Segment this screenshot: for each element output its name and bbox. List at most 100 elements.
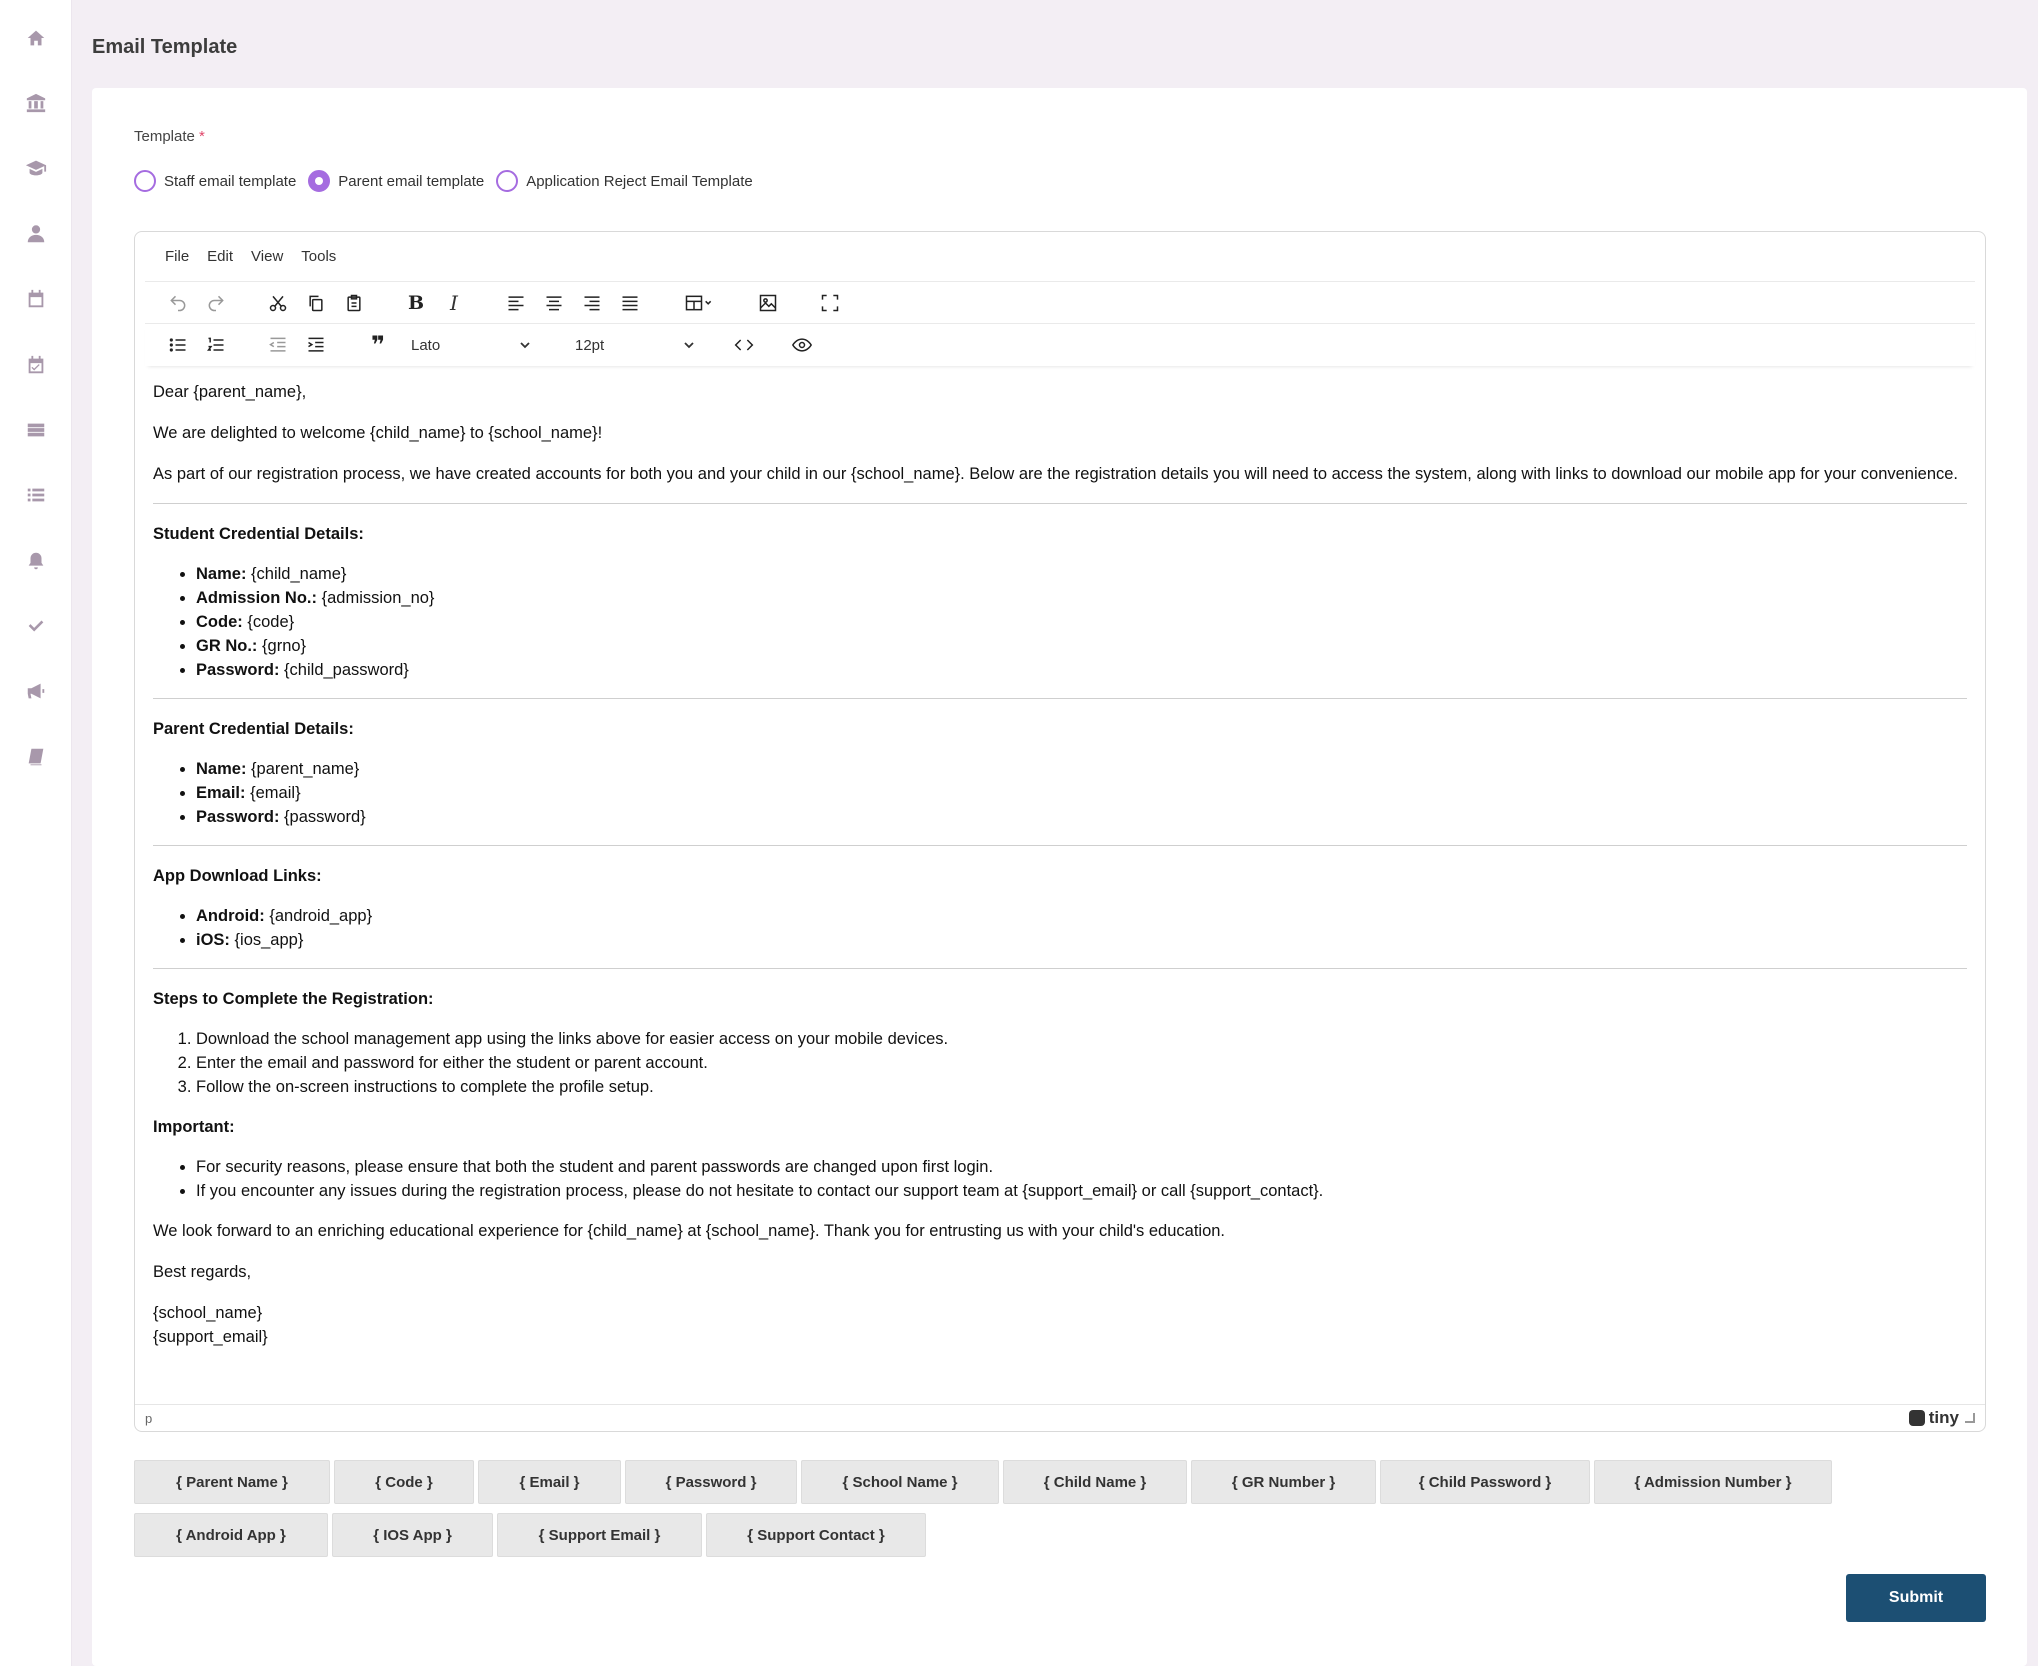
radio-parent-email-template[interactable]: Parent email template [308, 170, 484, 192]
editor-content[interactable]: Dear {parent_name}, We are delighted to … [135, 366, 1985, 1363]
calendar-check-icon[interactable] [24, 353, 48, 377]
bullhorn-icon[interactable] [24, 679, 48, 703]
font-size-value: 12pt [575, 336, 605, 354]
placeholder-support-email-button[interactable]: { Support Email } [497, 1513, 702, 1557]
app-list: Android: {android_app} iOS: {ios_app} [153, 904, 1967, 952]
placeholder-school-name-button[interactable]: { School Name } [801, 1460, 999, 1504]
student-heading[interactable]: Student Credential Details: [153, 522, 1967, 546]
align-justify-icon[interactable] [615, 288, 645, 318]
align-right-icon[interactable] [577, 288, 607, 318]
steps-heading[interactable]: Steps to Complete the Registration: [153, 987, 1967, 1011]
list-item[interactable]: Follow the on-screen instructions to com… [196, 1075, 1967, 1099]
placeholder-android-app-button[interactable]: { Android App } [134, 1513, 328, 1557]
signature-email: {support_email} [153, 1328, 268, 1346]
blockquote-icon[interactable]: ❞ [363, 330, 393, 360]
copy-icon[interactable] [301, 288, 331, 318]
book-icon[interactable] [24, 745, 48, 769]
placeholder-admission-number-button[interactable]: { Admission Number } [1594, 1460, 1832, 1504]
align-center-icon[interactable] [539, 288, 569, 318]
align-left-icon[interactable] [501, 288, 531, 318]
element-path[interactable]: p [145, 1411, 152, 1426]
cut-icon[interactable] [263, 288, 293, 318]
institution-icon[interactable] [24, 91, 48, 115]
graduation-cap-icon[interactable] [24, 156, 48, 180]
indent-icon[interactable] [301, 330, 331, 360]
submit-button[interactable]: Submit [1846, 1574, 1986, 1622]
radio-circle[interactable] [134, 170, 156, 192]
list-item[interactable]: Password: {child_password} [196, 658, 1967, 682]
radio-label[interactable]: Parent email template [338, 173, 484, 190]
placeholder-child-name-button[interactable]: { Child Name } [1003, 1460, 1187, 1504]
app-heading[interactable]: App Download Links: [153, 864, 1967, 888]
menu-edit[interactable]: Edit [207, 248, 233, 265]
list-item[interactable]: Admission No.: {admission_no} [196, 586, 1967, 610]
list-item[interactable]: Email: {email} [196, 781, 1967, 805]
list-item[interactable]: Name: {child_name} [196, 562, 1967, 586]
placeholder-support-contact-button[interactable]: { Support Contact } [706, 1513, 926, 1557]
list-icon[interactable] [24, 483, 48, 507]
placeholder-password-button[interactable]: { Password } [625, 1460, 797, 1504]
menu-view[interactable]: View [251, 248, 283, 265]
rich-text-editor: File Edit View Tools B I ❞ Lato 12pt Dea… [134, 231, 1986, 1432]
image-icon[interactable] [753, 288, 783, 318]
list-item[interactable]: iOS: {ios_app} [196, 928, 1967, 952]
item-label: Password: [196, 661, 280, 679]
bullet-list-icon[interactable] [163, 330, 193, 360]
list-item[interactable]: Password: {password} [196, 805, 1967, 829]
placeholder-email-button[interactable]: { Email } [478, 1460, 621, 1504]
radio-staff-email-template[interactable]: Staff email template [134, 170, 296, 192]
parent-heading[interactable]: Parent Credential Details: [153, 717, 1967, 741]
radio-application-reject-template[interactable]: Application Reject Email Template [496, 170, 753, 192]
signature[interactable]: {school_name} {support_email} [153, 1301, 1967, 1349]
calendar-icon[interactable] [24, 287, 48, 311]
radio-label[interactable]: Staff email template [164, 173, 296, 190]
signature-school: {school_name} [153, 1304, 263, 1322]
menu-file[interactable]: File [165, 248, 189, 265]
placeholder-child-password-button[interactable]: { Child Password } [1380, 1460, 1590, 1504]
welcome-line[interactable]: We are delighted to welcome {child_name}… [153, 421, 1967, 445]
italic-icon[interactable]: I [439, 288, 469, 318]
greeting[interactable]: Dear {parent_name}, [153, 380, 1967, 404]
user-icon[interactable] [24, 222, 48, 246]
bold-icon[interactable]: B [401, 288, 431, 318]
editor-toolbar-1: B I [145, 282, 1975, 324]
placeholder-gr-number-button[interactable]: { GR Number } [1191, 1460, 1376, 1504]
bell-icon[interactable] [24, 549, 48, 573]
list-item[interactable]: Code: {code} [196, 610, 1967, 634]
placeholder-code-button[interactable]: { Code } [334, 1460, 474, 1504]
list-item[interactable]: Enter the email and password for either … [196, 1051, 1967, 1075]
list-item[interactable]: Download the school management app using… [196, 1027, 1967, 1051]
list-item[interactable]: Name: {parent_name} [196, 757, 1967, 781]
closing-paragraph[interactable]: We look forward to an enriching educatio… [153, 1219, 1967, 1243]
radio-label[interactable]: Application Reject Email Template [526, 173, 753, 190]
resize-handle-icon[interactable] [1965, 1413, 1975, 1423]
check-icon[interactable] [24, 614, 48, 638]
intro-paragraph[interactable]: As part of our registration process, we … [153, 462, 1967, 486]
undo-icon[interactable] [163, 288, 193, 318]
table-icon[interactable] [677, 288, 721, 318]
placeholder-parent-name-button[interactable]: { Parent Name } [134, 1460, 330, 1504]
radio-circle[interactable] [496, 170, 519, 192]
chevron-down-icon [684, 342, 694, 349]
outdent-icon[interactable] [263, 330, 293, 360]
regards-line[interactable]: Best regards, [153, 1260, 1967, 1284]
placeholder-ios-app-button[interactable]: { IOS App } [332, 1513, 493, 1557]
important-heading[interactable]: Important: [153, 1115, 1967, 1139]
fullscreen-icon[interactable] [815, 288, 845, 318]
preview-eye-icon[interactable] [787, 330, 817, 360]
home-icon[interactable] [24, 26, 48, 50]
font-size-select[interactable]: 12pt [565, 330, 705, 360]
redo-icon[interactable] [201, 288, 231, 318]
tiny-brand[interactable]: tiny [1908, 1408, 1975, 1428]
list-item[interactable]: For security reasons, please ensure that… [196, 1155, 1967, 1179]
list-item[interactable]: GR No.: {grno} [196, 634, 1967, 658]
list-item[interactable]: If you encounter any issues during the r… [196, 1179, 1967, 1203]
paste-icon[interactable] [339, 288, 369, 318]
source-code-icon[interactable] [729, 330, 759, 360]
list-item[interactable]: Android: {android_app} [196, 904, 1967, 928]
id-card-icon[interactable] [24, 418, 48, 442]
numbered-list-icon[interactable] [201, 330, 231, 360]
font-family-select[interactable]: Lato [401, 330, 541, 360]
menu-tools[interactable]: Tools [301, 248, 336, 265]
radio-circle-checked[interactable] [308, 170, 331, 192]
